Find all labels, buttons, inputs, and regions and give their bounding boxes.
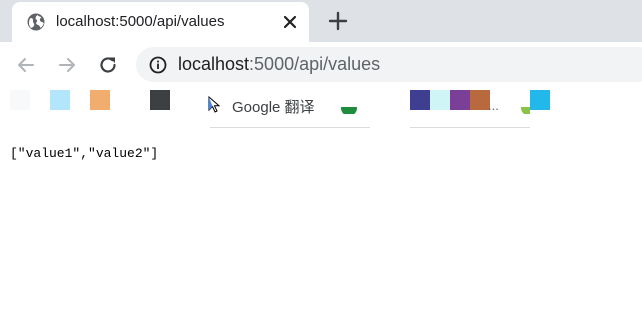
bookmark-icon[interactable] <box>430 90 450 110</box>
cursor-icon <box>207 95 221 114</box>
bookmark-icon[interactable] <box>10 90 30 110</box>
bookmark-icon[interactable] <box>410 90 430 110</box>
bookmark-icon[interactable] <box>470 90 490 110</box>
bookmark-icon[interactable] <box>530 90 550 110</box>
bookmark-label: Google 翻译 <box>232 99 315 116</box>
arrow-right-icon[interactable] <box>55 53 79 77</box>
globe-icon <box>26 12 46 32</box>
toolbar: localhost:5000/api/values <box>0 42 642 88</box>
close-icon[interactable] <box>280 12 300 32</box>
bookmark-icon[interactable] <box>150 90 170 110</box>
url-path: :5000/api/values <box>249 54 381 74</box>
tab-strip: localhost:5000/api/values <box>0 0 642 42</box>
bookmark-icon[interactable] <box>90 90 110 110</box>
browser-window: localhost:5000/api/values localhost:5000… <box>0 0 642 320</box>
bookmark-icon[interactable] <box>450 90 470 110</box>
info-icon[interactable] <box>148 55 168 75</box>
bookmark-google-translate[interactable]: Google 翻译 <box>203 94 333 116</box>
url-host: localhost <box>178 54 250 74</box>
tab-active[interactable]: localhost:5000/api/values <box>12 2 309 42</box>
bookmark-icon[interactable] <box>341 104 357 114</box>
tab-title: localhost:5000/api/values <box>56 13 225 30</box>
reload-icon[interactable] <box>96 53 120 77</box>
bookmarks-bar: Google 翻译 ... <box>0 88 642 128</box>
bookmark-icon[interactable] <box>50 90 70 110</box>
plus-icon[interactable] <box>326 9 350 33</box>
bookmarks-overflow[interactable]: ... <box>488 98 499 113</box>
json-response-text: ["value1","value2"] <box>10 146 159 161</box>
bookmark-icon[interactable] <box>520 104 530 114</box>
page-content: ["value1","value2"] <box>0 128 642 320</box>
arrow-left-icon[interactable] <box>14 53 38 77</box>
address-url[interactable]: localhost:5000/api/values <box>178 54 380 75</box>
address-bar[interactable]: localhost:5000/api/values <box>136 47 642 82</box>
